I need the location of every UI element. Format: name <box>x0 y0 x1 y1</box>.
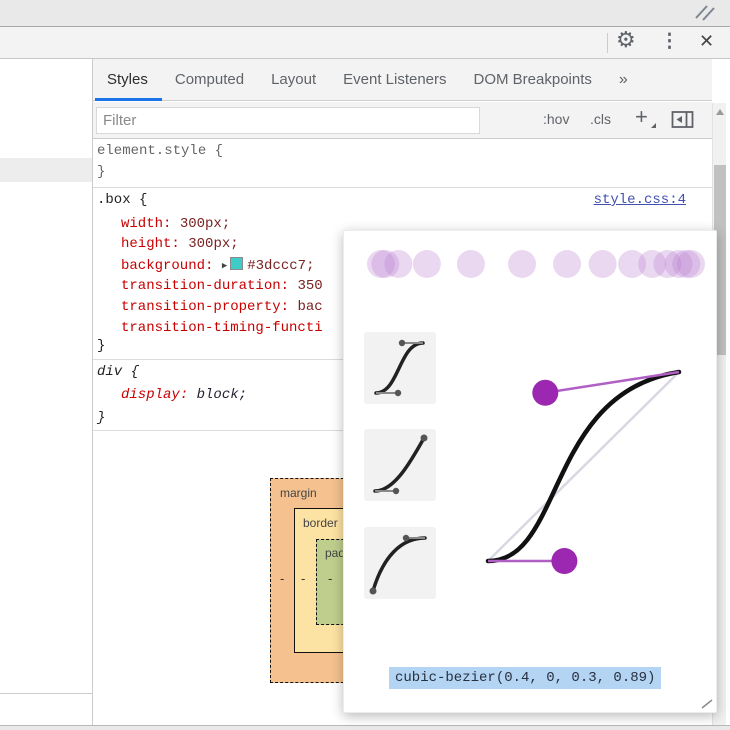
preview-dot[interactable] <box>384 250 413 278</box>
css-property-transition-property[interactable]: transition-property: bac <box>121 299 323 315</box>
margin-value[interactable]: - <box>280 571 284 586</box>
css-property-background[interactable]: background: ▶ #3dccc7; <box>121 257 314 274</box>
overflow-tabs-icon[interactable]: » <box>619 71 628 89</box>
preview-dot[interactable] <box>677 250 705 278</box>
element-style-close: } <box>97 164 106 180</box>
control-handle-line-2 <box>545 370 680 395</box>
active-tab-underline <box>95 98 162 101</box>
kebab-menu-icon[interactable]: ⋮ <box>660 30 679 53</box>
tab-layout[interactable]: Layout <box>271 71 316 88</box>
css-property-transition-timing-function[interactable]: transition-timing-functi <box>121 320 323 336</box>
padding-value[interactable]: - <box>328 571 332 586</box>
box-rule-close: } <box>97 338 106 354</box>
popup-resize-corner[interactable] <box>700 698 714 710</box>
control-point-2[interactable] <box>532 379 559 406</box>
sidebar-toggle-icon[interactable] <box>671 109 695 131</box>
linear-reference-line <box>487 371 680 562</box>
preset-ease-in-button[interactable] <box>364 429 436 501</box>
class-toggle-button[interactable]: .cls <box>590 111 611 127</box>
preview-dot[interactable] <box>412 250 441 278</box>
page-top-strip <box>0 0 730 27</box>
preset-ease-in-out-icon <box>374 339 425 397</box>
preview-dot[interactable] <box>456 250 485 278</box>
tab-computed[interactable]: Computed <box>175 71 244 88</box>
elements-panel <box>0 59 93 725</box>
tab-event-listeners[interactable]: Event Listeners <box>343 71 446 88</box>
rule-divider <box>93 187 712 188</box>
control-point-1[interactable] <box>551 548 578 574</box>
element-style-selector[interactable]: element.style { <box>97 143 223 159</box>
resize-handle-icon[interactable] <box>692 3 718 23</box>
bezier-editor-popup: cubic-bezier(0.4, 0, 0.3, 0.89) <box>343 230 717 713</box>
scroll-up-icon[interactable] <box>716 109 724 115</box>
bezier-value-text[interactable]: cubic-bezier(0.4, 0, 0.3, 0.89) <box>389 667 662 689</box>
border-value[interactable]: - <box>301 571 305 586</box>
tab-styles[interactable]: Styles <box>107 71 148 88</box>
selected-element-row[interactable] <box>0 158 92 182</box>
filter-input[interactable] <box>96 107 480 134</box>
devtools-toolbar: ⚙ ⋮ ✕ <box>0 27 730 59</box>
source-link[interactable]: style.css:4 <box>594 192 686 208</box>
border-label: border <box>303 516 338 530</box>
toolbar-separator <box>607 33 608 53</box>
devtools-window: ⚙ ⋮ ✕ Styles Computed Layout Event Liste… <box>0 0 730 730</box>
color-swatch[interactable] <box>230 257 244 270</box>
close-icon[interactable]: ✕ <box>699 31 714 52</box>
css-property-width[interactable]: width: 300px; <box>121 216 230 232</box>
page-bottom-strip <box>0 725 730 730</box>
css-property-height[interactable]: height: 300px; <box>121 236 239 252</box>
div-rule-selector[interactable]: div { <box>97 364 139 380</box>
preview-dot[interactable] <box>553 250 581 278</box>
gear-icon[interactable]: ⚙ <box>616 28 636 53</box>
disclosure-triangle-icon[interactable]: ▶ <box>222 261 227 271</box>
elements-panel-divider <box>0 693 92 694</box>
css-property-display[interactable]: display: block; <box>121 387 247 403</box>
sidebar-tab-strip: Styles Computed Layout Event Listeners D… <box>93 59 712 101</box>
preset-ease-out-icon <box>369 534 427 595</box>
preset-ease-in-out-button[interactable] <box>364 332 436 404</box>
css-property-transition-duration[interactable]: transition-duration: 350 <box>121 278 323 294</box>
pseudo-state-button[interactable]: :hov <box>543 111 569 127</box>
preset-ease-out-button[interactable] <box>364 527 436 599</box>
filter-bar: :hov .cls + <box>93 102 712 139</box>
long-press-triangle-icon <box>651 123 656 128</box>
preset-ease-in-icon <box>373 434 428 495</box>
div-rule-close: } <box>97 410 106 426</box>
box-rule-selector[interactable]: .box { <box>97 192 147 208</box>
preview-dot[interactable] <box>508 250 537 278</box>
tab-dom-breakpoints[interactable]: DOM Breakpoints <box>474 71 592 88</box>
margin-label: margin <box>280 486 317 500</box>
new-style-rule-button[interactable]: + <box>635 104 648 130</box>
preview-dot[interactable] <box>588 250 617 278</box>
